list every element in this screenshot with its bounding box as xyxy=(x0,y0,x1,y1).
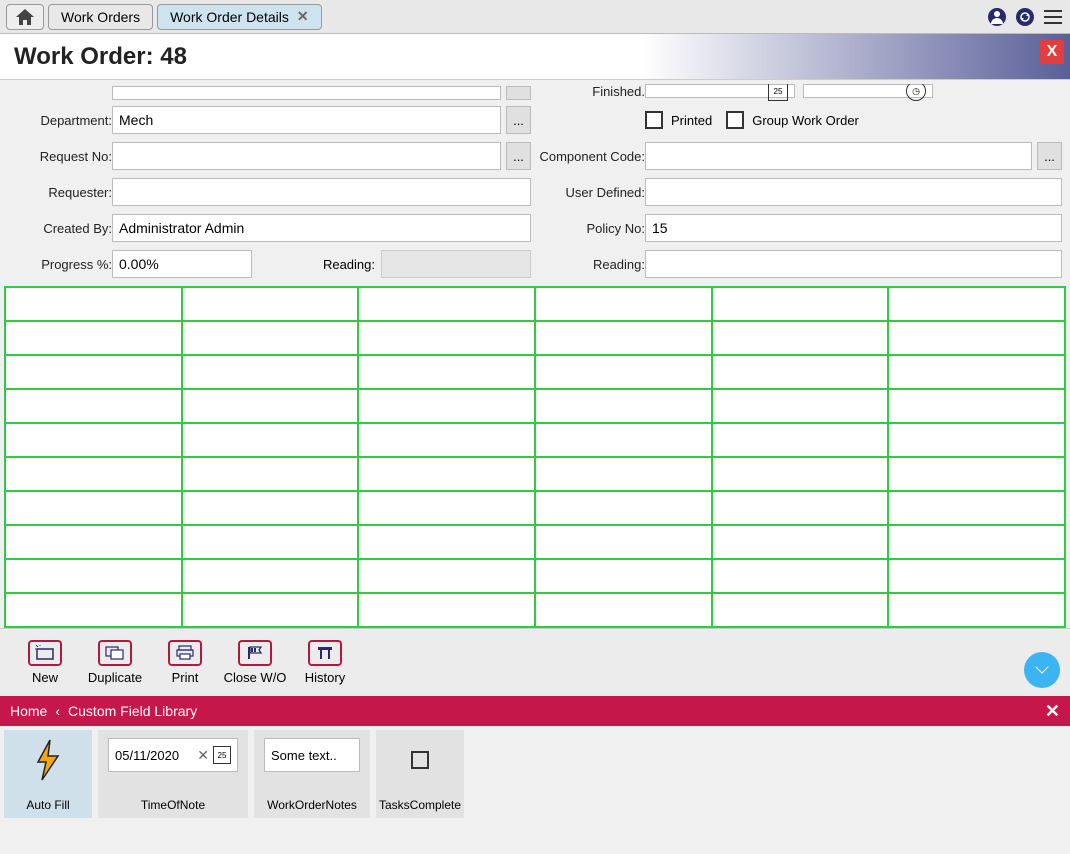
calendar-icon: 25 xyxy=(768,84,788,101)
table-row xyxy=(5,559,1065,593)
department-field[interactable]: Mech xyxy=(112,106,501,134)
user-icon[interactable] xyxy=(986,6,1008,28)
progress-field[interactable]: 0.00% xyxy=(112,250,252,278)
print-button[interactable]: Print xyxy=(150,633,220,693)
group-work-order-label: Group Work Order xyxy=(752,113,859,128)
close-wo-button[interactable]: Close W/O xyxy=(220,633,290,693)
table-row xyxy=(5,593,1065,627)
table-row xyxy=(5,287,1065,321)
type-lookup-btn[interactable] xyxy=(506,86,531,100)
expand-toolbar-button[interactable] xyxy=(1024,652,1060,688)
history-icon xyxy=(308,640,342,666)
reading-label-right: Reading: xyxy=(539,257,645,272)
checkbox-icon xyxy=(411,751,429,769)
department-label: Department: xyxy=(8,113,112,128)
table-row xyxy=(5,423,1065,457)
new-button[interactable]: New xyxy=(10,633,80,693)
progress-label: Progress %: xyxy=(8,257,112,272)
clock-icon: ◷ xyxy=(906,84,926,101)
tab-work-orders[interactable]: Work Orders xyxy=(48,4,153,30)
autofill-item[interactable]: Auto Fill xyxy=(4,730,92,818)
user-defined-field[interactable] xyxy=(645,178,1062,206)
tab-work-order-details[interactable]: Work Order Details ✕ xyxy=(157,4,322,30)
policy-no-label: Policy No: xyxy=(539,221,645,236)
workordernotes-preview: Some text.. xyxy=(264,738,360,772)
reading-label-left: Reading: xyxy=(252,257,381,272)
component-code-label: Component Code: xyxy=(539,149,645,164)
finished-label-partial: Finished. xyxy=(539,84,645,100)
home-icon xyxy=(16,9,34,25)
tab-label: Work Orders xyxy=(61,9,140,25)
taskscomplete-item[interactable]: TasksComplete xyxy=(376,730,464,818)
cflib-close-button[interactable]: ✕ xyxy=(1045,701,1060,722)
duplicate-icon xyxy=(98,640,132,666)
page-title: Work Order: 48 xyxy=(14,43,187,71)
component-code-field[interactable] xyxy=(645,142,1032,170)
workordernotes-item[interactable]: Some text.. WorkOrderNotes xyxy=(254,730,370,818)
custom-field-library-bar: Home ‹ Custom Field Library ✕ xyxy=(0,696,1070,726)
reading-field-left xyxy=(381,250,531,278)
lightning-icon xyxy=(30,738,66,782)
sync-icon[interactable] xyxy=(1014,6,1036,28)
department-lookup-btn[interactable]: ... xyxy=(506,106,531,134)
calendar-icon: 25 xyxy=(213,746,231,764)
duplicate-button[interactable]: Duplicate xyxy=(80,633,150,693)
tab-label: Work Order Details xyxy=(170,9,289,25)
tab-close-button[interactable]: ✕ xyxy=(297,8,309,25)
table-row xyxy=(5,355,1065,389)
table-row xyxy=(5,525,1065,559)
finished-time-field[interactable]: ◷ xyxy=(803,84,933,98)
request-no-field[interactable] xyxy=(112,142,501,170)
table-row xyxy=(5,389,1065,423)
reading-field-right[interactable] xyxy=(645,250,1062,278)
close-page-button[interactable]: X xyxy=(1040,40,1064,64)
clear-icon: ✕ xyxy=(197,747,209,764)
bottom-toolbar: New Duplicate Print Close W/O History xyxy=(0,628,1070,696)
title-bar: Work Order: 48 X xyxy=(0,34,1070,80)
data-grid[interactable] xyxy=(4,286,1066,628)
timeofnote-preview: 05/11/2020 ✕ 25 xyxy=(108,738,238,772)
new-icon xyxy=(28,640,62,666)
cflib-title: Custom Field Library xyxy=(68,703,197,719)
top-tab-bar: Work Orders Work Order Details ✕ xyxy=(0,0,1070,34)
home-button[interactable] xyxy=(6,4,44,30)
requester-label: Requester: xyxy=(8,185,112,200)
chevron-down-icon xyxy=(1032,660,1052,680)
request-no-label: Request No: xyxy=(8,149,112,164)
request-no-lookup-btn[interactable]: ... xyxy=(506,142,531,170)
table-row xyxy=(5,491,1065,525)
policy-no-field[interactable]: 15 xyxy=(645,214,1062,242)
print-icon xyxy=(168,640,202,666)
created-by-label: Created By: xyxy=(8,221,112,236)
printed-checkbox[interactable] xyxy=(645,111,663,129)
form-area: Department: Mech ... Request No: ... Req… xyxy=(0,80,1070,282)
table-row xyxy=(5,457,1065,491)
chevron-left-icon: ‹ xyxy=(55,703,60,719)
cflib-home-link[interactable]: Home xyxy=(10,703,47,719)
history-button[interactable]: History xyxy=(290,633,360,693)
type-field-partial[interactable] xyxy=(112,86,501,100)
group-work-order-checkbox[interactable] xyxy=(726,111,744,129)
created-by-field: Administrator Admin xyxy=(112,214,531,242)
user-defined-label: User Defined: xyxy=(539,185,645,200)
table-row xyxy=(5,321,1065,355)
custom-field-library-panel: Auto Fill 05/11/2020 ✕ 25 TimeOfNote Som… xyxy=(0,726,1070,822)
menu-icon[interactable] xyxy=(1042,6,1064,28)
component-code-lookup-btn[interactable]: ... xyxy=(1037,142,1062,170)
timeofnote-item[interactable]: 05/11/2020 ✕ 25 TimeOfNote xyxy=(98,730,248,818)
finished-date-field[interactable]: 25 xyxy=(645,84,795,98)
requester-field[interactable] xyxy=(112,178,531,206)
printed-label: Printed xyxy=(671,113,712,128)
close-wo-icon xyxy=(238,640,272,666)
